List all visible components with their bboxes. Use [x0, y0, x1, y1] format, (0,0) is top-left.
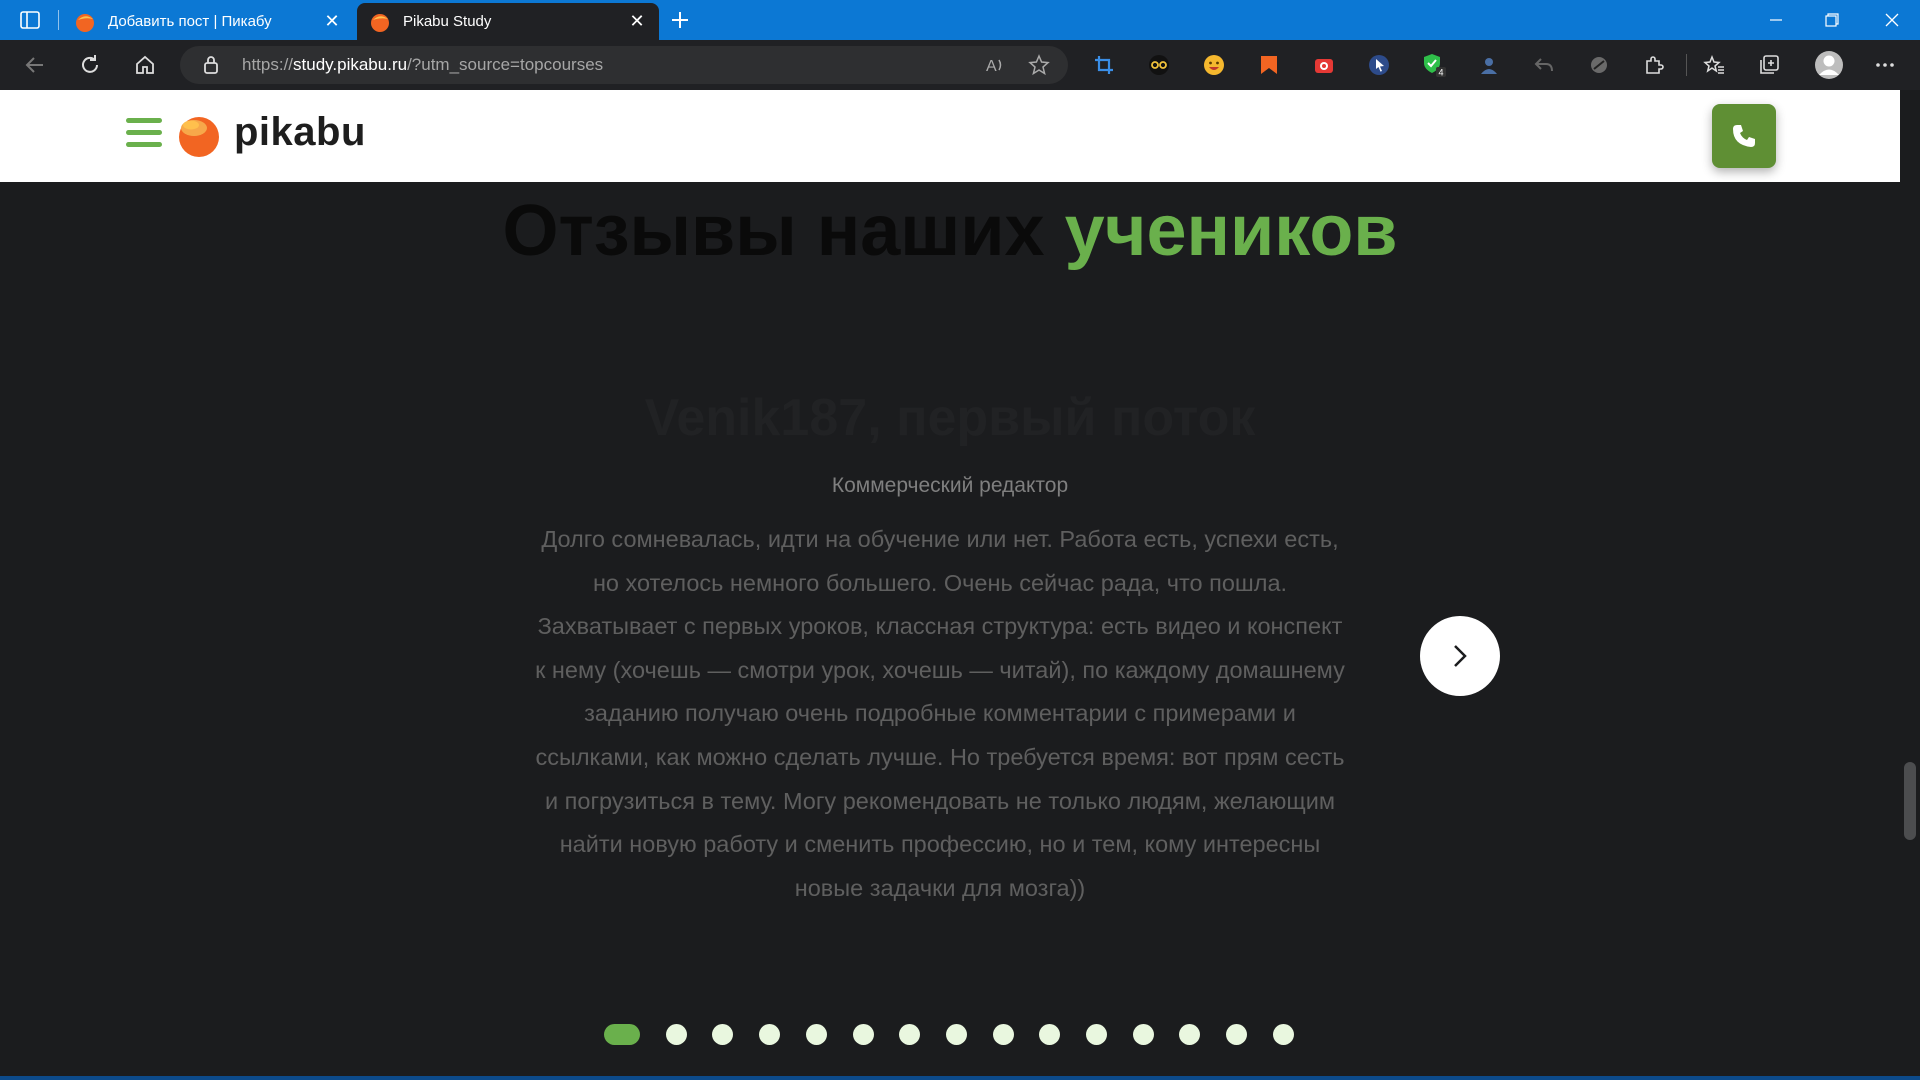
emoji-extension-icon[interactable] [1201, 52, 1227, 78]
tab-add-post[interactable]: Добавить пост | Пикабу ✕ [62, 3, 354, 40]
next-review-button[interactable] [1420, 616, 1500, 696]
close-icon[interactable]: ✕ [322, 11, 342, 32]
tab-title: Добавить пост | Пикабу [108, 13, 272, 30]
window-bottom-edge [0, 1076, 1920, 1080]
gray-extension-icon[interactable] [1586, 52, 1612, 78]
pagination-dot[interactable] [1039, 1024, 1061, 1045]
pagination-dot[interactable] [1226, 1024, 1248, 1045]
refresh-icon[interactable] [75, 50, 105, 80]
url-host: study.pikabu.ru [293, 55, 408, 74]
camera-extension-icon[interactable] [1311, 52, 1337, 78]
pagination-dot[interactable] [945, 1024, 967, 1045]
close-icon[interactable]: ✕ [627, 11, 647, 32]
bookmark-extension-icon[interactable] [1256, 52, 1282, 78]
web-page: Отзывы наших учеников pikabu Venik187, п… [0, 90, 1900, 1080]
pagination-dot[interactable] [1272, 1024, 1294, 1045]
pagination-dot[interactable] [1086, 1024, 1107, 1045]
site-logo-text[interactable]: pikabu [234, 110, 366, 155]
url-scheme: https:// [242, 55, 294, 74]
pikabu-favicon-icon [76, 13, 94, 32]
url-text[interactable]: https://study.pikabu.ru/?utm_source=topc… [242, 55, 603, 75]
pikabu-favicon-icon [371, 13, 389, 32]
restore-icon[interactable] [1804, 0, 1860, 40]
pagination-dot[interactable] [805, 1024, 827, 1045]
review-author-name: Venik187, первый поток [644, 389, 1256, 447]
cursor-extension-icon[interactable] [1366, 52, 1392, 78]
agent-extension-icon[interactable] [1476, 52, 1502, 78]
pagination-dot[interactable] [759, 1024, 781, 1045]
pagination-dot[interactable] [665, 1024, 687, 1045]
lock-icon[interactable] [202, 55, 220, 75]
screenshot-extension-icon[interactable] [1091, 52, 1117, 78]
shield-extension-icon[interactable]: 4 [1421, 52, 1447, 78]
profile-avatar-icon[interactable] [1813, 49, 1845, 81]
review-author-role: Коммерческий редактор [831, 474, 1069, 497]
minimize-icon[interactable] [1748, 0, 1804, 40]
undo-extension-icon[interactable] [1531, 52, 1557, 78]
call-button[interactable] [1712, 104, 1776, 168]
review-text: Долго сомневалась, идти на обучение или … [535, 526, 1345, 901]
toolbar-divider [1686, 54, 1687, 76]
extension-badge-count: 4 [1439, 68, 1444, 78]
section-title-accent: учеников [1064, 191, 1398, 271]
tab-actions-icon[interactable] [14, 8, 46, 32]
phone-icon [1733, 125, 1755, 147]
close-window-icon[interactable] [1864, 0, 1920, 40]
pagination-dot[interactable] [852, 1024, 874, 1045]
collections-icon[interactable] [1756, 52, 1782, 78]
browser-toolbar: https://study.pikabu.ru/?utm_source=topc… [0, 40, 1920, 90]
section-title-main: Отзывы наших [502, 191, 1065, 271]
review-pagination [0, 1024, 1900, 1046]
chevron-right-icon [1454, 645, 1467, 667]
tab-pikabu-study[interactable]: Pikabu Study ✕ [357, 3, 659, 40]
read-aloud-icon[interactable]: A [982, 52, 1008, 78]
pagination-dot[interactable] [992, 1024, 1014, 1045]
pagination-dot[interactable] [712, 1024, 734, 1045]
extensions-puzzle-icon[interactable] [1641, 52, 1667, 78]
scrollbar-thumb[interactable] [1904, 762, 1916, 840]
browser-tab-strip: Добавить пост | Пикабу ✕ Pikabu Study ✕ [0, 0, 1920, 40]
pagination-dot[interactable] [899, 1024, 921, 1045]
pagination-dot[interactable] [1179, 1024, 1201, 1045]
pagination-dot[interactable] [604, 1024, 640, 1045]
add-favorite-icon[interactable] [1026, 52, 1052, 78]
tab-title: Pikabu Study [403, 13, 492, 30]
pikabu-logo-icon[interactable] [176, 112, 222, 158]
url-path: /?utm_source=topcourses [407, 55, 604, 74]
back-icon[interactable] [20, 50, 50, 80]
svg-text:A: A [986, 58, 997, 75]
tab-divider [58, 10, 59, 30]
site-header: pikabu [0, 90, 1900, 182]
section-title: Отзывы наших учеников [0, 190, 1900, 272]
pagination-dot[interactable] [1132, 1024, 1154, 1045]
glasses-extension-icon[interactable] [1146, 52, 1172, 78]
favorites-icon[interactable] [1701, 52, 1727, 78]
address-bar[interactable]: https://study.pikabu.ru/?utm_source=topc… [180, 46, 1068, 84]
page-scrollbar[interactable] [1900, 90, 1920, 1080]
home-icon[interactable] [130, 50, 160, 80]
new-tab-icon[interactable] [668, 8, 692, 32]
more-menu-icon[interactable] [1872, 52, 1898, 78]
hamburger-menu-icon[interactable] [126, 118, 162, 154]
